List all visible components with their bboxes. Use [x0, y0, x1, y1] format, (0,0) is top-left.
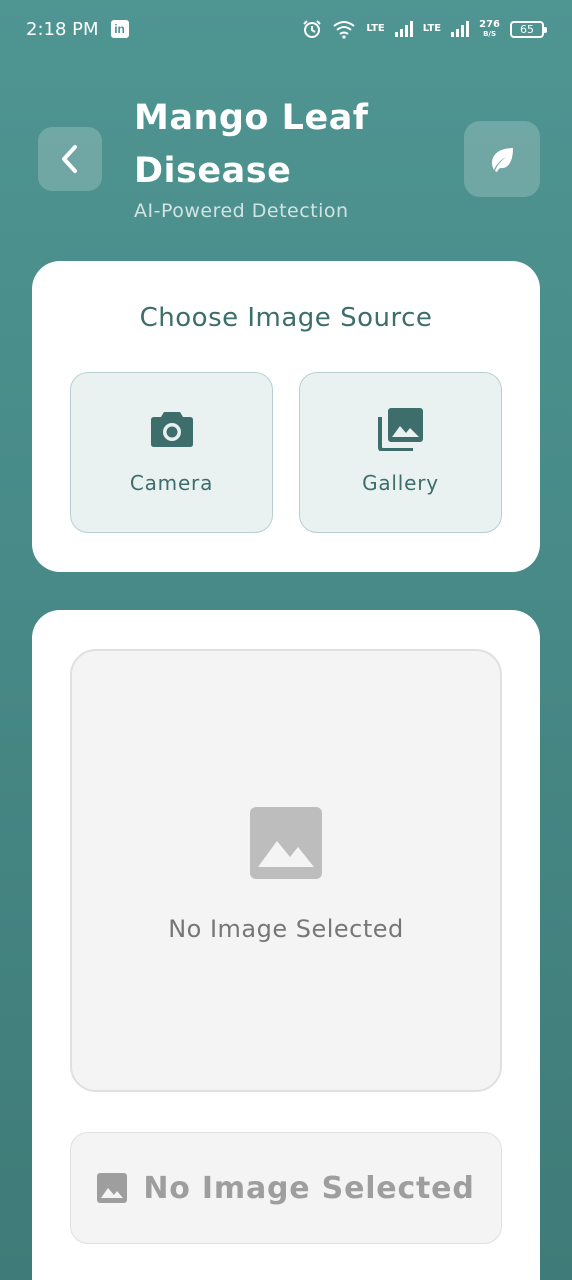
no-image-text: No Image Selected — [168, 915, 404, 943]
wifi-icon — [333, 21, 355, 39]
status-left: 2:18 PM in — [26, 19, 129, 40]
linkedin-notification-icon: in — [110, 20, 129, 38]
image-icon — [97, 1173, 128, 1203]
net-speed-value: 276 — [479, 19, 500, 30]
camera-icon — [150, 412, 193, 447]
network-type-2: LTE — [422, 23, 442, 34]
camera-label: Camera — [129, 471, 214, 495]
alarm-icon — [303, 20, 322, 38]
image-source-card: Choose Image Source Camera Gallery — [32, 261, 540, 572]
status-right: LTE LTE 276 B/S 65 — [302, 19, 547, 39]
image-placeholder-icon — [250, 807, 322, 879]
network-type-1: LTE — [366, 23, 385, 34]
source-title: Choose Image Source — [139, 303, 433, 333]
battery-icon: 65 — [510, 20, 547, 38]
page-subtitle: AI-Powered Detection — [134, 200, 349, 222]
gallery-button[interactable]: Gallery — [299, 372, 502, 533]
camera-button[interactable]: Camera — [70, 372, 273, 533]
image-preview-area: No Image Selected — [70, 649, 502, 1092]
leaf-button[interactable] — [464, 121, 540, 197]
gallery-label: Gallery — [362, 471, 439, 495]
photo-library-icon — [377, 408, 423, 451]
status-bar: 2:18 PM in LTE LTE 276 B/S 65 — [0, 0, 572, 58]
back-button[interactable] — [38, 127, 102, 191]
net-speed: 276 B/S — [479, 19, 500, 39]
page-title: Mango Leaf Disease — [134, 98, 369, 191]
net-speed-unit: B/S — [483, 30, 497, 38]
image-preview-card: No Image Selected No Image Selected — [32, 610, 540, 1280]
analyze-button[interactable]: No Image Selected — [70, 1132, 502, 1244]
status-time: 2:18 PM — [26, 18, 99, 40]
chevron-left-icon — [62, 145, 77, 173]
leaf-icon — [492, 148, 513, 172]
signal-icon-2 — [451, 21, 470, 37]
analyze-button-label: No Image Selected — [143, 1170, 475, 1206]
signal-icon-1 — [394, 21, 413, 37]
